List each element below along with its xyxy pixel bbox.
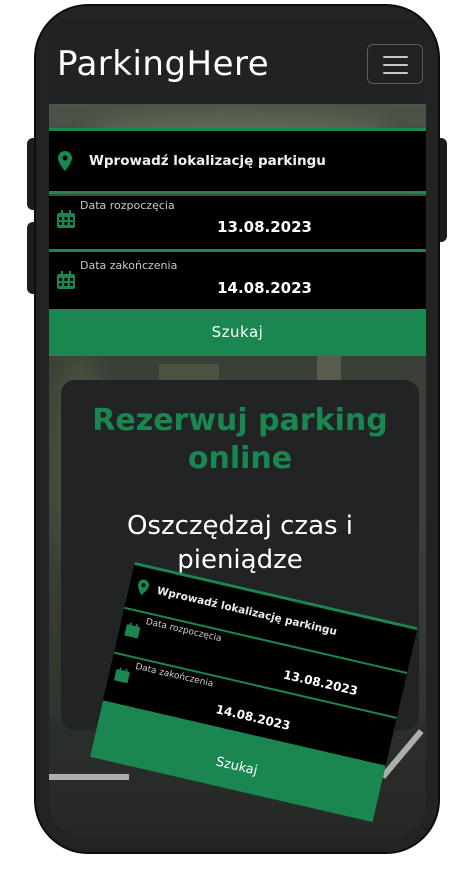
promo-title: Rezerwuj parking online	[92, 403, 388, 476]
end-date-label: Data zakończenia	[80, 259, 178, 272]
hamburger-icon	[383, 72, 408, 74]
start-date-label: Data rozpoczęcia	[80, 199, 175, 212]
phone-screen: ParkingHere Wprowadź lokalizację parking…	[49, 20, 426, 838]
end-date-field[interactable]: Data zakończenia 14.08.2023	[49, 249, 426, 309]
navbar: ParkingHere	[49, 20, 426, 104]
map-pin-icon	[58, 151, 72, 171]
location-field[interactable]: Wprowadź lokalizację parkingu	[49, 128, 426, 194]
brand-logo[interactable]: ParkingHere	[57, 44, 269, 84]
calendar-icon	[57, 210, 75, 228]
promo-subtitle: Oszczędzaj czas i pieniądze	[126, 511, 354, 575]
calendar-icon	[57, 271, 75, 289]
calendar-icon	[114, 667, 130, 684]
hamburger-icon	[383, 64, 408, 66]
start-date-field[interactable]: Data rozpoczęcia 13.08.2023	[49, 196, 426, 252]
hamburger-icon	[383, 56, 408, 58]
search-button[interactable]: Szukaj	[49, 309, 426, 356]
map-pin-icon	[138, 579, 150, 596]
end-date-value: 14.08.2023	[217, 279, 312, 297]
start-date-value: 13.08.2023	[217, 218, 312, 236]
menu-toggle-button[interactable]	[367, 44, 423, 84]
location-placeholder: Wprowadź lokalizację parkingu	[89, 153, 326, 169]
calendar-icon	[124, 622, 141, 639]
